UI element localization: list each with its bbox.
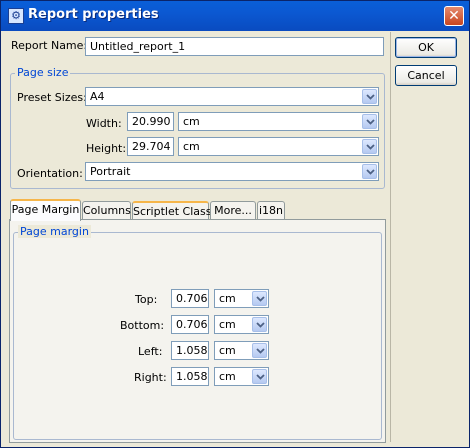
width-input[interactable]: 20.990 xyxy=(127,112,174,131)
margin-left-unit-select[interactable]: cm xyxy=(214,341,269,360)
chevron-down-icon[interactable] xyxy=(252,291,267,306)
chevron-down-icon[interactable] xyxy=(362,89,377,104)
chevron-down-icon[interactable] xyxy=(362,114,377,129)
margin-top-unit-select[interactable]: cm xyxy=(214,289,269,308)
page-margin-group-title: Page margin xyxy=(18,225,91,238)
page-margin-group xyxy=(13,232,382,440)
margin-bottom-label: Bottom: xyxy=(120,319,165,332)
tab-i18n[interactable]: i18n xyxy=(257,201,285,220)
tab-scriptlet-class[interactable]: Scriptlet Class xyxy=(132,201,211,220)
title-bar[interactable]: ⚙ Report properties ✕ xyxy=(1,1,469,31)
margin-bottom-unit-select[interactable]: cm xyxy=(214,315,269,334)
tab-columns[interactable]: Columns xyxy=(82,201,131,220)
margin-right-unit-select[interactable]: cm xyxy=(214,367,269,386)
tab-page-margin[interactable]: Page Margin xyxy=(10,199,81,221)
margin-right-unit-value: cm xyxy=(219,370,236,383)
margin-bottom-input[interactable]: 0.706 xyxy=(171,315,209,334)
margin-top-label: Top: xyxy=(135,293,158,306)
preset-sizes-select[interactable]: A4 xyxy=(85,87,379,106)
height-unit-value: cm xyxy=(183,140,200,153)
orientation-label: Orientation: xyxy=(17,167,83,180)
width-label: Width: xyxy=(86,117,122,130)
window-title: Report properties xyxy=(28,7,159,22)
preset-sizes-label: Preset Sizes: xyxy=(17,91,87,104)
app-icon: ⚙ xyxy=(8,8,24,24)
height-unit-select[interactable]: cm xyxy=(178,137,379,156)
report-name-input[interactable]: Untitled_report_1 xyxy=(85,37,384,56)
width-unit-value: cm xyxy=(183,115,200,128)
page-size-group-title: Page size xyxy=(15,66,71,79)
margin-top-input[interactable]: 0.706 xyxy=(171,289,209,308)
page-margin-tab-panel: Page margin Top: 0.706 cm Bottom: 0.706 … xyxy=(9,219,386,443)
margin-bottom-unit-value: cm xyxy=(219,318,236,331)
chevron-down-icon[interactable] xyxy=(252,369,267,384)
preset-sizes-value: A4 xyxy=(90,90,105,103)
chevron-down-icon[interactable] xyxy=(252,317,267,332)
chevron-down-icon[interactable] xyxy=(252,343,267,358)
chevron-down-icon[interactable] xyxy=(362,139,377,154)
report-name-label: Report Name: xyxy=(11,39,88,52)
cancel-button[interactable]: Cancel xyxy=(395,65,457,86)
margin-left-input[interactable]: 1.058 xyxy=(171,341,209,360)
chevron-down-icon[interactable] xyxy=(362,164,377,179)
margin-left-label: Left: xyxy=(138,345,163,358)
tab-more[interactable]: More... xyxy=(210,201,256,220)
margin-right-label: Right: xyxy=(134,371,167,384)
margin-top-unit-value: cm xyxy=(219,292,236,305)
report-properties-dialog: ⚙ Report properties ✕ Report Name: Untit… xyxy=(0,0,470,448)
orientation-select[interactable]: Portrait xyxy=(85,162,379,181)
ok-button[interactable]: OK xyxy=(395,37,457,58)
divider xyxy=(390,32,391,442)
orientation-value: Portrait xyxy=(90,165,131,178)
width-unit-select[interactable]: cm xyxy=(178,112,379,131)
margin-right-input[interactable]: 1.058 xyxy=(171,367,209,386)
height-input[interactable]: 29.704 xyxy=(127,137,174,156)
close-button[interactable]: ✕ xyxy=(444,6,464,26)
margin-left-unit-value: cm xyxy=(219,344,236,357)
height-label: Height: xyxy=(86,142,127,155)
